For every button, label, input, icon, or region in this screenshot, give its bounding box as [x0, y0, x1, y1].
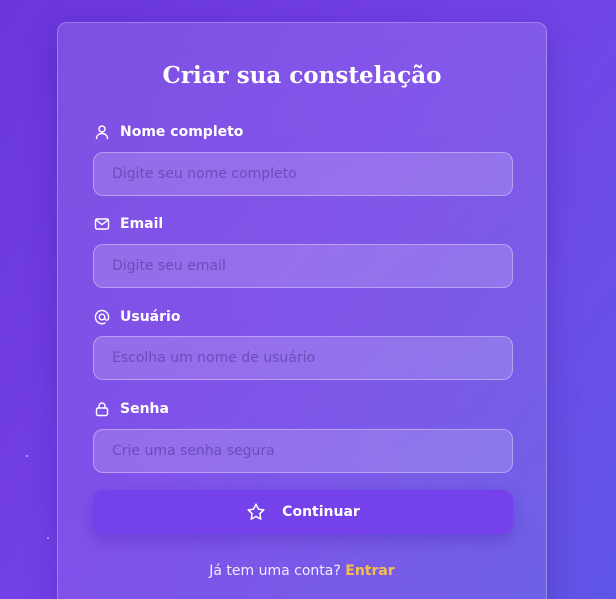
- lock-icon: [94, 401, 110, 417]
- login-prompt: Já tem uma conta? Entrar: [58, 563, 546, 579]
- full-name-label-text: Nome completo: [120, 124, 244, 140]
- continue-button-label: Continuar: [282, 504, 360, 520]
- star-icon: [246, 502, 266, 522]
- password-label: Senha: [94, 399, 169, 419]
- mail-icon: [94, 216, 110, 232]
- password-input[interactable]: [93, 429, 513, 473]
- full-name-label: Nome completo: [94, 122, 243, 142]
- username-label-text: Usuário: [120, 309, 181, 325]
- email-field[interactable]: [93, 244, 513, 288]
- username-input[interactable]: [93, 336, 513, 380]
- continue-button[interactable]: Continuar: [93, 490, 513, 534]
- login-link[interactable]: Entrar: [345, 563, 394, 579]
- email-label-text: Email: [120, 216, 164, 232]
- email-label: Email: [94, 214, 163, 234]
- login-prompt-text: Já tem uma conta?: [209, 563, 341, 579]
- at-sign-icon: [94, 309, 110, 325]
- password-label-text: Senha: [120, 401, 169, 417]
- background-star: [47, 537, 49, 539]
- full-name-input[interactable]: [93, 152, 513, 196]
- signup-card: Criar sua constelação Nome completo Emai…: [57, 22, 547, 599]
- username-label: Usuário: [94, 307, 180, 327]
- user-icon: [94, 124, 110, 140]
- page-title: Criar sua constelação: [162, 62, 442, 89]
- background-star: [26, 455, 28, 457]
